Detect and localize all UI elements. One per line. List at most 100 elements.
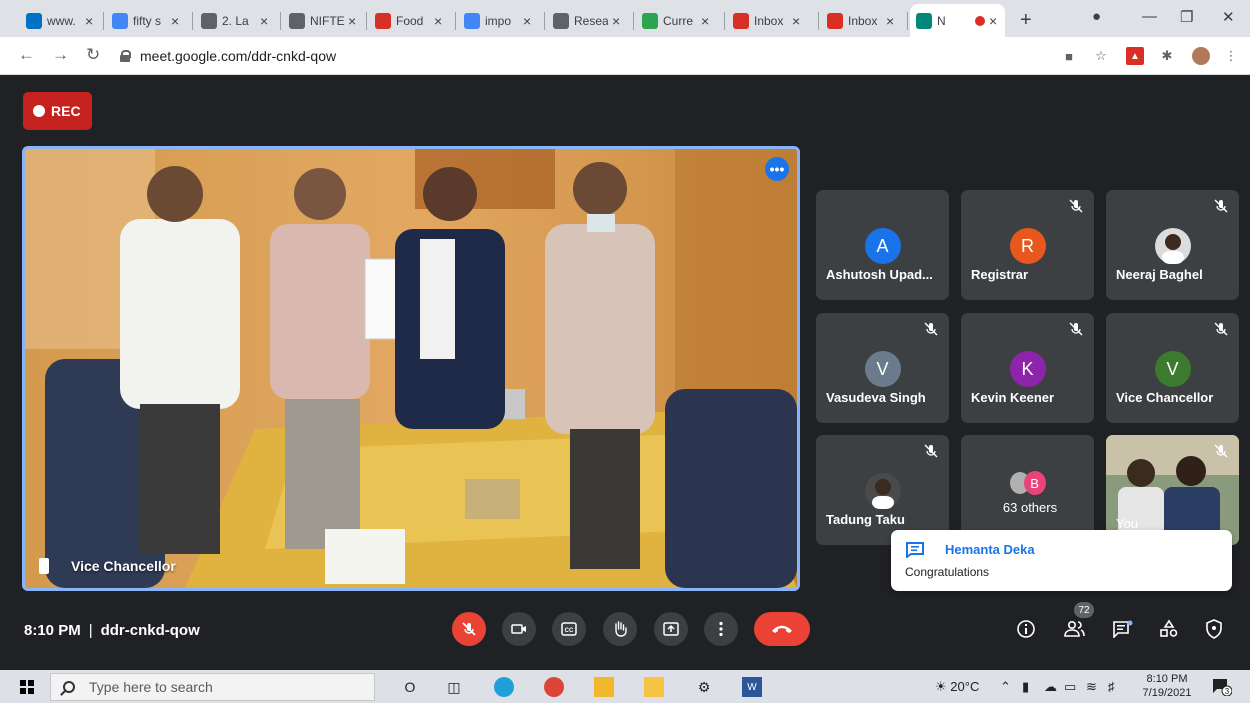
profile-icon[interactable]: ● xyxy=(1092,8,1101,25)
participant-tile[interactable]: B 63 others xyxy=(961,435,1094,545)
extension-icon[interactable]: ▲ xyxy=(1126,47,1144,65)
tray-battery-icon[interactable]: ▭ xyxy=(1064,679,1076,695)
browser-tab[interactable]: Inbox × xyxy=(821,4,908,37)
tray-wifi-icon[interactable]: ≋ xyxy=(1086,679,1097,695)
meeting-time: 8:10 PM xyxy=(24,622,81,639)
tab-close-icon[interactable]: × xyxy=(989,13,997,29)
tray-mic-icon[interactable]: ▮ xyxy=(1022,679,1029,695)
pin-icon[interactable] xyxy=(39,558,49,574)
more-vert-icon xyxy=(719,621,723,637)
muted-mic-icon xyxy=(1214,199,1228,213)
more-actions-button[interactable] xyxy=(704,612,738,646)
file-explorer-icon[interactable] xyxy=(644,677,664,697)
browser-tab[interactable]: Inbox × xyxy=(727,4,819,37)
sticky-notes-icon[interactable] xyxy=(594,677,614,697)
mic-off-button[interactable] xyxy=(452,612,486,646)
browser-tab[interactable]: NIFTE × xyxy=(283,4,367,37)
tray-onedrive-icon[interactable]: ☁ xyxy=(1044,679,1057,695)
tray-volume-icon[interactable]: ♯ xyxy=(1108,679,1115,694)
weather-temp: 20°C xyxy=(950,679,980,694)
task-view-icon[interactable]: ◫ xyxy=(444,677,464,697)
search-placeholder: Type here to search xyxy=(89,679,213,695)
word-icon[interactable]: W xyxy=(742,677,762,697)
tab-title: Inbox xyxy=(754,13,784,28)
browser-tab[interactable]: N × xyxy=(910,4,1005,37)
camera-indicator-icon[interactable]: ■ xyxy=(1060,47,1078,65)
people-icon xyxy=(1064,620,1085,637)
present-button[interactable] xyxy=(654,612,688,646)
participant-tile[interactable]: You xyxy=(1106,435,1239,545)
action-center-icon[interactable]: 3 xyxy=(1212,678,1233,697)
browser-tab[interactable]: impo × xyxy=(458,4,545,37)
meeting-details-button[interactable] xyxy=(1013,616,1039,642)
reload-icon[interactable]: ↻ xyxy=(86,45,100,65)
raise-hand-button[interactable] xyxy=(603,612,637,646)
participant-tile[interactable]: V Vice Chancellor xyxy=(1106,313,1239,423)
browser-tab[interactable]: Food × xyxy=(369,4,456,37)
bookmark-star-icon[interactable]: ☆ xyxy=(1092,47,1110,65)
browser-tab[interactable]: fifty s × xyxy=(106,4,193,37)
globe-favicon-icon xyxy=(553,12,569,29)
chat-button[interactable] xyxy=(1110,616,1136,642)
more-options-icon[interactable]: ••• xyxy=(765,157,789,181)
edge-icon[interactable] xyxy=(494,677,514,697)
camera-button[interactable] xyxy=(502,612,536,646)
meeting-info: 8:10 PM | ddr-cnkd-qow xyxy=(24,622,200,639)
weather-widget[interactable]: ☀ 20°C xyxy=(935,679,979,695)
tab-close-icon[interactable]: × xyxy=(523,13,531,29)
tab-close-icon[interactable]: × xyxy=(886,13,894,29)
new-tab-button[interactable]: + xyxy=(1020,9,1032,32)
people-button[interactable] xyxy=(1062,616,1088,642)
participant-tile[interactable]: V Vasudeva Singh xyxy=(816,313,949,423)
forward-arrow-icon[interactable]: → xyxy=(52,45,69,65)
tab-close-icon[interactable]: × xyxy=(260,13,268,29)
participant-name: Neeraj Baghel xyxy=(1116,267,1203,282)
restore-icon[interactable]: ❐ xyxy=(1180,8,1193,26)
browser-tab-strip: www. × fifty s × 2. La × NIFTE × Food × impo × Resea… xyxy=(0,0,1250,37)
activities-button[interactable] xyxy=(1156,616,1182,642)
participant-tile[interactable]: A Ashutosh Upad... xyxy=(816,190,949,300)
taskbar-search-input[interactable]: Type here to search xyxy=(50,673,375,701)
tab-close-icon[interactable]: × xyxy=(701,13,709,29)
tab-close-icon[interactable]: × xyxy=(85,13,93,29)
tab-close-icon[interactable]: × xyxy=(171,13,179,29)
browser-tab[interactable]: Resea × xyxy=(547,4,634,37)
lock-icon xyxy=(120,50,131,62)
address-bar[interactable]: meet.google.com/ddr-cnkd-qow xyxy=(120,43,1050,69)
puzzle-extensions-icon[interactable]: ✱ xyxy=(1158,47,1176,65)
participant-tile[interactable]: R Registrar xyxy=(961,190,1094,300)
minimize-icon[interactable]: — xyxy=(1142,8,1157,25)
window-close-icon[interactable]: ✕ xyxy=(1222,8,1235,26)
participant-avatar: V xyxy=(1154,351,1191,387)
browser-tab[interactable]: 2. La × xyxy=(195,4,281,37)
host-controls-button[interactable] xyxy=(1201,616,1227,642)
taskbar-clock[interactable]: 8:10 PM 7/19/2021 xyxy=(1137,672,1197,700)
meeting-code: ddr-cnkd-qow xyxy=(100,622,200,639)
tab-close-icon[interactable]: × xyxy=(434,13,442,29)
settings-gear-icon[interactable]: ⚙ xyxy=(694,677,714,697)
participant-tile[interactable]: Neeraj Baghel xyxy=(1106,190,1239,300)
tab-close-icon[interactable]: × xyxy=(348,13,356,29)
browser-tab[interactable]: www. × xyxy=(20,4,104,37)
leave-call-button[interactable] xyxy=(754,612,810,646)
back-arrow-icon[interactable]: ← xyxy=(18,45,35,65)
captions-button[interactable]: CC xyxy=(552,612,586,646)
info-icon xyxy=(1017,620,1035,638)
chrome-icon[interactable] xyxy=(544,677,564,697)
participant-tile[interactable]: K Kevin Keener xyxy=(961,313,1094,423)
participant-name: Tadung Taku xyxy=(826,512,905,527)
recording-badge: REC xyxy=(23,92,92,130)
chat-notification[interactable]: Hemanta Deka Congratulations xyxy=(891,530,1232,591)
cortana-icon[interactable]: O xyxy=(400,677,420,697)
windows-start-icon[interactable] xyxy=(20,680,34,694)
profile-avatar-icon[interactable] xyxy=(1192,47,1210,65)
browser-menu-icon[interactable]: ⋮ xyxy=(1222,47,1240,65)
tray-chevron-icon[interactable]: ⌃ xyxy=(1000,679,1011,695)
main-video-tile[interactable]: ••• Vice Chancellor xyxy=(22,146,800,591)
tab-close-icon[interactable]: × xyxy=(792,13,800,29)
participant-name: Registrar xyxy=(971,267,1029,282)
globe-favicon-icon xyxy=(289,12,305,29)
tab-close-icon[interactable]: × xyxy=(612,13,620,29)
browser-tab[interactable]: Curre × xyxy=(636,4,725,37)
participant-tile[interactable]: Tadung Taku xyxy=(816,435,949,545)
